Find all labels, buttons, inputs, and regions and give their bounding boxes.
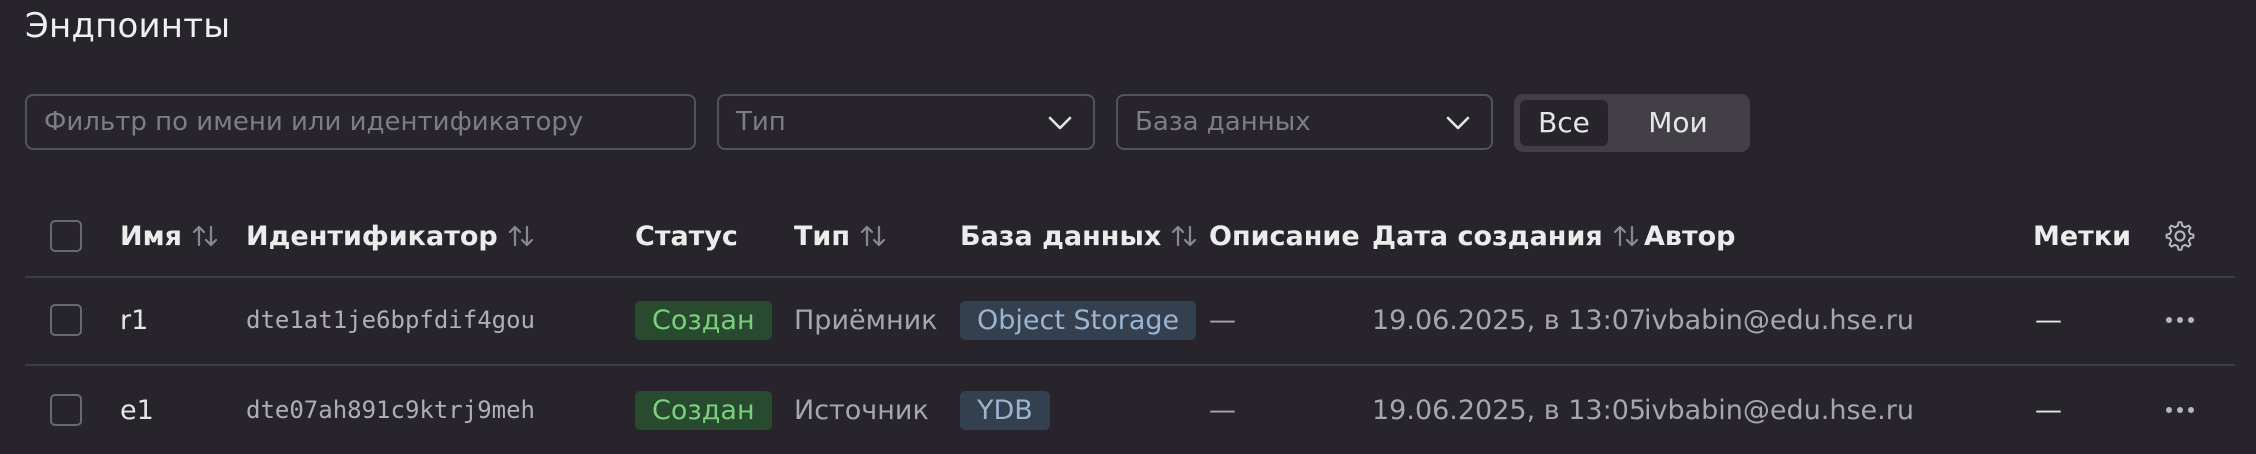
row-id: dte1at1je6bpfdif4gou — [246, 306, 535, 334]
sort-icon — [860, 225, 886, 247]
database-badge: YDB — [960, 390, 1050, 430]
row-type: Источник — [794, 394, 929, 426]
row-created: 19.06.2025, в 13:05 — [1372, 394, 1647, 426]
owner-segmented-control: Все Мои — [1514, 94, 1750, 152]
row-author: ivbabin@edu.hse.ru — [1644, 304, 1914, 336]
search-field[interactable] — [25, 94, 696, 150]
status-badge: Создан — [635, 300, 772, 340]
row-actions-button[interactable] — [2165, 276, 2195, 364]
row-created: 19.06.2025, в 13:07 — [1372, 304, 1647, 336]
column-type[interactable]: Тип — [794, 196, 888, 276]
column-database-label: База данных — [960, 220, 1162, 252]
column-created[interactable]: Дата создания — [1372, 196, 1641, 276]
segment-all[interactable]: Все — [1520, 100, 1608, 146]
table-row[interactable]: r1 dte1at1je6bpfdif4gou Создан Приёмник … — [25, 276, 2235, 366]
row-id: dte07ah891c9ktrj9meh — [246, 396, 535, 424]
row-labels: — — [2035, 304, 2062, 336]
type-select[interactable]: Тип — [717, 94, 1095, 150]
row-description: — — [1209, 394, 1236, 426]
column-id-label: Идентификатор — [246, 220, 498, 252]
column-description-label: Описание — [1209, 220, 1360, 252]
row-labels: — — [2035, 394, 2062, 426]
status-badge: Создан — [635, 390, 772, 430]
search-input[interactable] — [44, 107, 694, 137]
sort-icon — [192, 225, 218, 247]
row-description: — — [1209, 304, 1236, 336]
column-id[interactable]: Идентификатор — [246, 196, 536, 276]
column-name-label: Имя — [120, 220, 183, 252]
column-description: Описание — [1209, 196, 1360, 276]
sort-icon — [1172, 225, 1197, 247]
row-author: ivbabin@edu.hse.ru — [1644, 394, 1914, 426]
table-header: Имя Идентификатор Статус Тип База данных… — [25, 196, 2235, 278]
segment-mine[interactable]: Мои — [1628, 100, 1728, 146]
row-actions-button[interactable] — [2165, 366, 2195, 454]
row-name: e1 — [120, 394, 154, 426]
database-badge: Object Storage — [960, 300, 1197, 340]
row-checkbox[interactable] — [50, 394, 82, 426]
sort-icon — [1613, 225, 1638, 247]
row-name: r1 — [120, 304, 149, 336]
row-type: Приёмник — [794, 304, 938, 336]
column-settings-button[interactable] — [2163, 196, 2197, 276]
chevron-down-icon — [1048, 116, 1072, 130]
column-database[interactable]: База данных — [960, 196, 1199, 276]
column-status: Статус — [635, 196, 738, 276]
column-author: Автор — [1644, 196, 1736, 276]
column-status-label: Статус — [635, 220, 738, 252]
chevron-down-icon — [1446, 116, 1470, 130]
column-type-label: Тип — [794, 220, 850, 252]
column-labels: Метки — [2033, 196, 2131, 276]
database-select[interactable]: База данных — [1116, 94, 1493, 150]
more-icon — [2166, 317, 2194, 323]
type-select-placeholder: Тип — [736, 107, 786, 137]
column-author-label: Автор — [1644, 220, 1736, 252]
database-select-placeholder: База данных — [1135, 107, 1311, 137]
table-row[interactable]: e1 dte07ah891c9ktrj9meh Создан Источник … — [25, 366, 2235, 454]
row-checkbox[interactable] — [50, 304, 82, 336]
page-title: Эндпоинты — [25, 6, 231, 46]
column-created-label: Дата создания — [1372, 220, 1603, 252]
column-labels-label: Метки — [2033, 220, 2132, 252]
gear-icon — [2165, 221, 2195, 251]
sort-icon — [508, 225, 533, 247]
more-icon — [2166, 407, 2194, 413]
column-name[interactable]: Имя — [120, 196, 220, 276]
select-all-checkbox[interactable] — [50, 220, 82, 252]
